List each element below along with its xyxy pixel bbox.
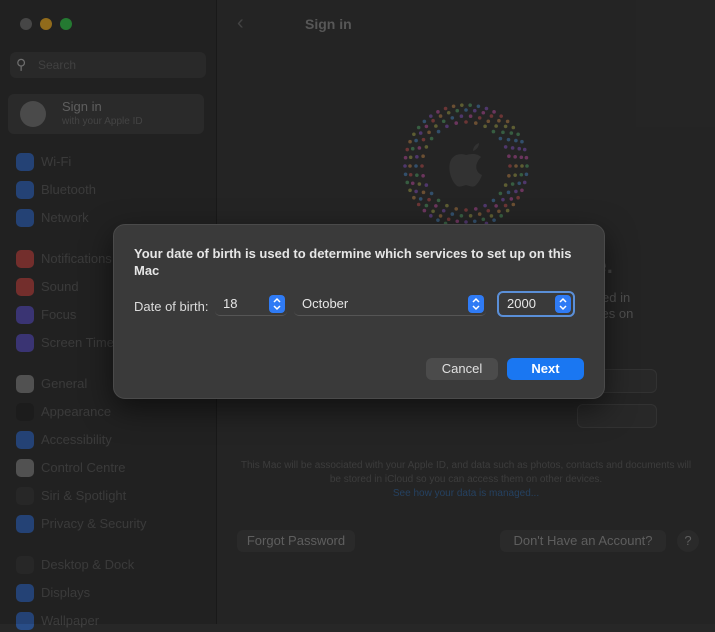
month-value: October (302, 296, 349, 311)
chevron-up-down-icon (468, 295, 484, 313)
day-select[interactable]: 18 (215, 293, 287, 316)
cancel-button[interactable]: Cancel (426, 358, 498, 380)
year-value: 2000 (507, 296, 536, 311)
year-select[interactable]: 2000 (497, 291, 575, 317)
month-select[interactable]: October (294, 293, 486, 316)
chevron-up-down-icon (555, 295, 571, 313)
date-of-birth-sheet: Your date of birth is used to determine … (113, 224, 605, 399)
date-of-birth-label: Date of birth: (134, 299, 209, 314)
day-value: 18 (223, 296, 238, 311)
chevron-up-down-icon (269, 295, 285, 313)
system-settings-window: ⚲ Search Sign in with your Apple ID Wi-F… (0, 0, 715, 630)
next-button[interactable]: Next (507, 358, 584, 380)
dialog-message: Your date of birth is used to determine … (134, 246, 572, 278)
